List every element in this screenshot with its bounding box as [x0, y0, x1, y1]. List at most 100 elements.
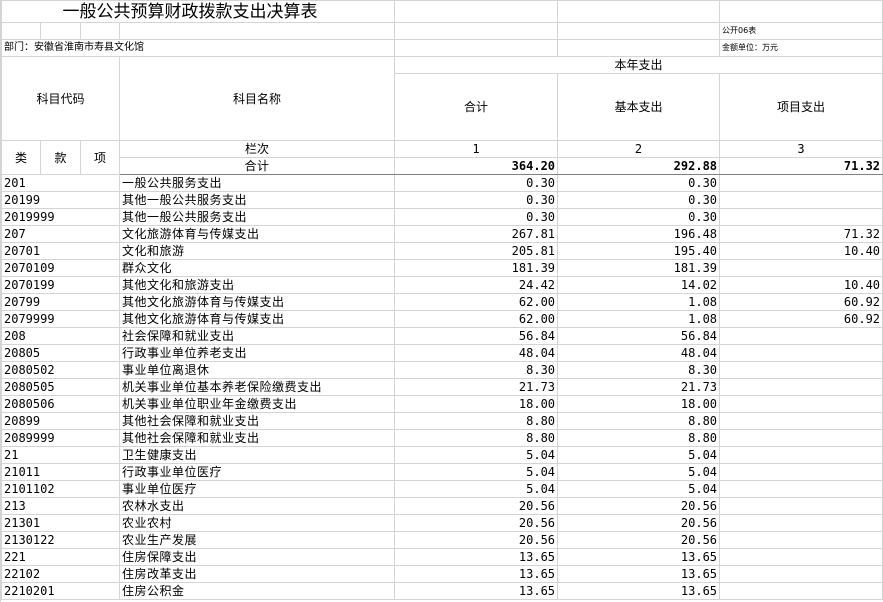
- table-row: 2070109 群众文化 181.39 181.39: [1, 259, 883, 277]
- row-project: [719, 548, 883, 566]
- row-total: 13.65: [394, 582, 559, 600]
- total-label: 合计: [118, 157, 396, 175]
- row-project: [719, 463, 883, 481]
- header-project: 项目支出: [719, 73, 883, 141]
- row-code: 208: [1, 327, 120, 345]
- row-name: 行政事业单位养老支出: [118, 344, 396, 362]
- row-total: 181.39: [394, 259, 559, 277]
- row-name: 农林水支出: [118, 497, 396, 515]
- row-basic: 20.56: [557, 531, 721, 549]
- row-basic: 20.56: [557, 497, 721, 515]
- header-lei: 类: [1, 140, 41, 175]
- row-name: 其他文化旅游体育与传媒支出: [118, 310, 396, 328]
- row-name: 文化旅游体育与传媒支出: [118, 225, 396, 243]
- row-total: 5.04: [394, 463, 559, 481]
- table-row: 22102 住房改革支出 13.65 13.65: [1, 565, 883, 583]
- row-total: 8.30: [394, 361, 559, 379]
- row-basic: 1.08: [557, 293, 721, 311]
- row-code: 2080505: [1, 378, 120, 396]
- row-basic: 56.84: [557, 327, 721, 345]
- row-total: 20.56: [394, 497, 559, 515]
- blank-cell: [394, 22, 559, 40]
- col-index-1: 1: [394, 140, 559, 158]
- row-code: 20701: [1, 242, 120, 260]
- header-code: 科目代码: [1, 56, 120, 141]
- row-basic: 13.65: [557, 548, 721, 566]
- row-basic: 13.65: [557, 565, 721, 583]
- table-row: 21301 农业农村 20.56 20.56: [1, 514, 883, 532]
- row-name: 卫生健康支出: [118, 446, 396, 464]
- row-basic: 5.04: [557, 446, 721, 464]
- row-project: [719, 514, 883, 532]
- table-row: 20701 文化和旅游 205.81 195.40 10.40: [1, 242, 883, 260]
- blank-cell: [1, 22, 41, 40]
- row-code: 2079999: [1, 310, 120, 328]
- row-project: [719, 412, 883, 430]
- row-project: [719, 497, 883, 515]
- row-code: 2019999: [1, 208, 120, 226]
- row-total: 5.04: [394, 446, 559, 464]
- table-row: 2089999 其他社会保障和就业支出 8.80 8.80: [1, 429, 883, 447]
- row-total: 24.42: [394, 276, 559, 294]
- row-total: 13.65: [394, 565, 559, 583]
- row-basic: 181.39: [557, 259, 721, 277]
- table-row: 2130122 农业生产发展 20.56 20.56: [1, 531, 883, 549]
- table-row: 20799 其他文化旅游体育与传媒支出 62.00 1.08 60.92: [1, 293, 883, 311]
- row-basic: 0.30: [557, 191, 721, 209]
- blank-cell: [394, 39, 559, 57]
- row-project: [719, 174, 883, 192]
- row-name: 住房改革支出: [118, 565, 396, 583]
- row-total: 62.00: [394, 310, 559, 328]
- row-basic: 13.65: [557, 582, 721, 600]
- col-index-label: 栏次: [118, 140, 396, 158]
- row-basic: 196.48: [557, 225, 721, 243]
- table-row: 21 卫生健康支出 5.04 5.04: [1, 446, 883, 464]
- row-code: 2070109: [1, 259, 120, 277]
- row-name: 住房保障支出: [118, 548, 396, 566]
- row-code: 2101102: [1, 480, 120, 498]
- row-project: [719, 582, 883, 600]
- table-row: 20899 其他社会保障和就业支出 8.80 8.80: [1, 412, 883, 430]
- row-basic: 8.80: [557, 429, 721, 447]
- table-row: 2080505 机关事业单位基本养老保险缴费支出 21.73 21.73: [1, 378, 883, 396]
- table-row: 208 社会保障和就业支出 56.84 56.84: [1, 327, 883, 345]
- row-basic: 8.30: [557, 361, 721, 379]
- row-code: 20799: [1, 293, 120, 311]
- row-basic: 195.40: [557, 242, 721, 260]
- row-code: 2130122: [1, 531, 120, 549]
- row-basic: 48.04: [557, 344, 721, 362]
- header-total: 合计: [394, 73, 559, 141]
- amount-unit: 金额单位：万元: [719, 39, 883, 57]
- row-name: 文化和旅游: [118, 242, 396, 260]
- page-title: 一般公共预算财政拨款支出决算表: [40, 0, 396, 23]
- table-row: 2210201 住房公积金 13.65 13.65: [1, 582, 883, 600]
- row-code: 2080502: [1, 361, 120, 379]
- header-name: 科目名称: [118, 56, 396, 141]
- row-basic: 14.02: [557, 276, 721, 294]
- row-project: [719, 191, 883, 209]
- table-row: 2070199 其他文化和旅游支出 24.42 14.02 10.40: [1, 276, 883, 294]
- form-number: 公开06表: [719, 22, 883, 40]
- row-name: 行政事业单位医疗: [118, 463, 396, 481]
- row-project: [719, 395, 883, 413]
- table-row: 221 住房保障支出 13.65 13.65: [1, 548, 883, 566]
- row-total: 62.00: [394, 293, 559, 311]
- row-code: 221: [1, 548, 120, 566]
- row-project: [719, 327, 883, 345]
- blank-cell: [40, 22, 81, 40]
- budget-table: 一般公共预算财政拨款支出决算表 公开06表 部门：安徽省淮南市寿县文化馆 金额单位：万…: [0, 0, 883, 600]
- table-row: 2019999 其他一般公共服务支出 0.30 0.30: [1, 208, 883, 226]
- row-name: 群众文化: [118, 259, 396, 277]
- blank-cell: [557, 39, 721, 57]
- header-basic: 基本支出: [557, 73, 721, 141]
- row-basic: 0.30: [557, 174, 721, 192]
- table-row: 2080506 机关事业单位职业年金缴费支出 18.00 18.00: [1, 395, 883, 413]
- row-code: 2070199: [1, 276, 120, 294]
- row-name: 其他一般公共服务支出: [118, 191, 396, 209]
- row-project: [719, 565, 883, 583]
- table-row: 20805 行政事业单位养老支出 48.04 48.04: [1, 344, 883, 362]
- row-total: 48.04: [394, 344, 559, 362]
- row-project: [719, 259, 883, 277]
- row-project: [719, 429, 883, 447]
- blank-cell: [719, 0, 883, 23]
